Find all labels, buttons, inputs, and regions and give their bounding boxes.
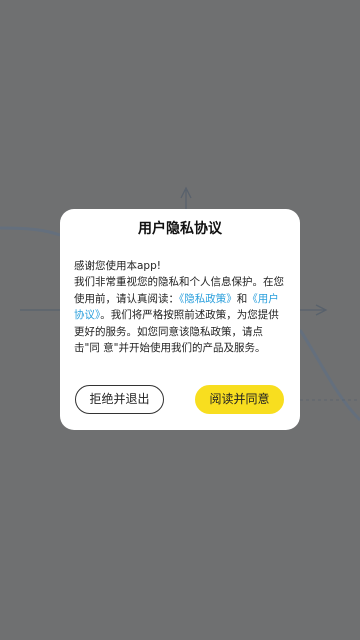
dialog-title: 用户隐私协议 xyxy=(138,221,222,237)
welcome-text: 感谢您使用本app! xyxy=(74,260,161,272)
and-text: 和 xyxy=(236,292,248,305)
reject-and-exit-button[interactable]: 拒绝并退出 xyxy=(75,385,164,414)
dialog-actions: 拒绝并退出 阅读并同意 xyxy=(75,385,285,414)
privacy-policy-link[interactable]: 《隐私政策》 xyxy=(179,293,237,305)
dialog-body: 感谢您使用本app! 我们非常重视您的隐私和个人信息保护。在您使用前，请认真阅读… xyxy=(74,258,288,356)
read-and-agree-button[interactable]: 阅读并同意 xyxy=(195,385,284,414)
privacy-dialog: 用户隐私协议 感谢您使用本app! 我们非常重视您的隐私和个人信息保护。在您使用… xyxy=(60,209,300,430)
policy-text: 我们非常重视您的隐私和个人信息保护。在您使用前，请认真阅读：《隐私政策》和《用户… xyxy=(74,274,288,356)
consent-text: 。我们将严格按照前述政策，为您提供更好的服务。如您同意该隐私政策，请点击"同 意… xyxy=(74,309,279,355)
